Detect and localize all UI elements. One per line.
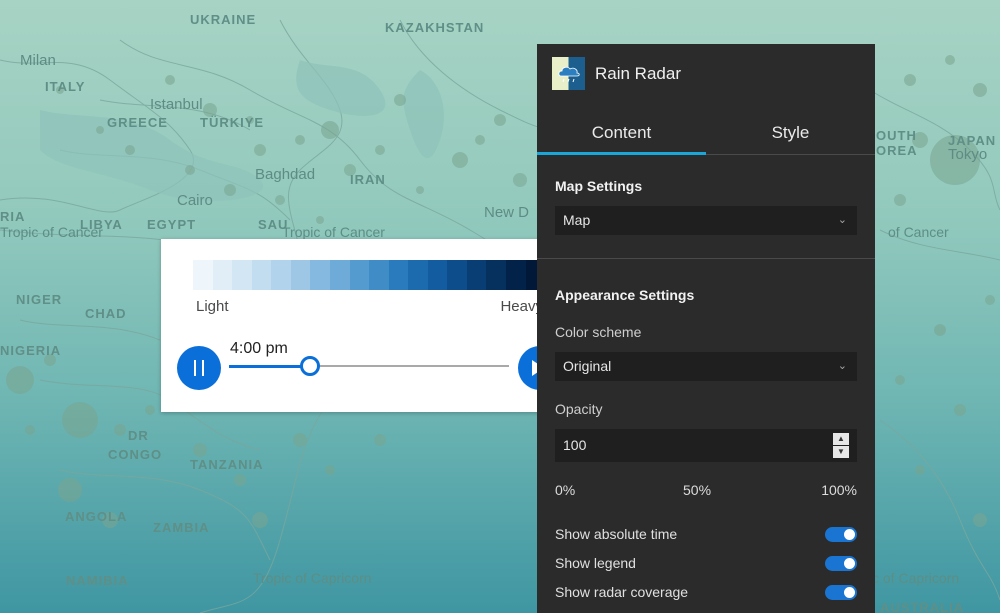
legend-label-light: Light <box>196 298 229 315</box>
map-label-south-korea-2: OREA <box>876 143 918 158</box>
ramp-swatch <box>369 260 389 290</box>
panel-tabs: Content Style <box>537 114 875 155</box>
chevron-down-icon: ⌄ <box>837 360 847 372</box>
rain-radar-app-icon <box>552 57 585 90</box>
map-label-tanzania: TANZANIA <box>190 457 264 472</box>
opacity-input[interactable]: 100 ▲ ▼ <box>555 429 857 462</box>
ramp-swatch <box>408 260 428 290</box>
map-label-greece: GREECE <box>107 115 168 130</box>
legend-toggle[interactable] <box>825 556 857 571</box>
map-select-value: Map <box>563 212 591 228</box>
absolute-time-toggle[interactable] <box>825 527 857 542</box>
map-label-namibia: NAMIBIA <box>66 573 129 588</box>
map-label-italy: ITALY <box>45 79 86 94</box>
color-scheme-label: Color scheme <box>555 324 642 340</box>
opacity-scale-max: 100% <box>821 482 857 498</box>
opacity-value: 100 <box>563 437 587 453</box>
map-label-nigeria: NIGERIA <box>0 343 62 358</box>
panel-header: Rain Radar <box>537 44 875 106</box>
radar-coverage-toggle[interactable] <box>825 585 857 600</box>
ramp-swatch <box>329 260 350 290</box>
radar-player-card: Light Heavy 4:00 pm <box>161 239 575 412</box>
toggle-row-radar-coverage: Show radar coverage <box>555 582 857 602</box>
ramp-swatch <box>388 260 409 290</box>
toggle-row-legend: Show legend <box>555 553 857 573</box>
time-slider-progress <box>229 364 311 368</box>
decrement-icon[interactable]: ▼ <box>833 446 849 458</box>
map-label-tropic-cancer-east: of Cancer <box>888 224 949 240</box>
ramp-swatch <box>290 260 311 290</box>
ramp-swatch <box>506 260 526 290</box>
color-scheme-select[interactable]: Original ⌄ <box>555 352 857 381</box>
opacity-label: Opacity <box>555 401 603 417</box>
map-label-turkiye: TÜRKIYE <box>200 115 265 130</box>
map-label-tokyo: Tokyo <box>948 146 988 163</box>
map-label-angola: ANGOLA <box>65 509 128 524</box>
map-label-tropic-capricorn-middle: Tropic of Capricorn <box>253 570 372 586</box>
time-slider-track[interactable] <box>229 364 509 368</box>
map-label-cairo: Cairo <box>177 192 213 209</box>
opacity-scale-min: 0% <box>555 482 576 498</box>
time-slider-thumb[interactable] <box>300 356 321 376</box>
map-label-tropic-cancer-west: Tropic of Cancer <box>0 224 103 240</box>
map-label-zambia: ZAMBIA <box>153 520 210 535</box>
map-label-egypt: EGYPT <box>147 217 197 232</box>
section-divider <box>537 258 875 259</box>
toggle-label-legend: Show legend <box>555 555 636 571</box>
map-label-kazakhstan: KAZAKHSTAN <box>385 20 485 35</box>
ramp-swatch <box>427 260 448 290</box>
precipitation-color-ramp <box>193 260 546 290</box>
map-label-australia: AUSTRALIA <box>880 600 965 613</box>
toggle-label-radar-coverage: Show radar coverage <box>555 584 689 600</box>
toggle-row-absolute-time: Show absolute time <box>555 524 857 544</box>
map-label-new-delhi: New D <box>484 204 530 221</box>
increment-icon[interactable]: ▲ <box>833 433 849 445</box>
toggle-label-absolute-time: Show absolute time <box>555 526 678 542</box>
ramp-swatch <box>271 260 291 290</box>
map-label-congo: CONGO <box>108 447 163 462</box>
map-label-ukraine: UKRAINE <box>190 12 257 27</box>
opacity-stepper[interactable]: ▲ ▼ <box>833 433 849 458</box>
ramp-swatch <box>349 260 370 290</box>
map-label-milan: Milan <box>20 52 56 69</box>
map-label-dr: DR <box>128 428 149 443</box>
ramp-swatch <box>310 260 330 290</box>
map-label-ria: RIA <box>0 209 26 224</box>
settings-panel: Rain Radar Content Style Map Settings Ma… <box>537 44 875 613</box>
chevron-down-icon: ⌄ <box>837 214 847 226</box>
map-label-tropic-cancer-middle: Tropic of Cancer <box>282 224 385 240</box>
appearance-settings-heading: Appearance Settings <box>555 287 695 303</box>
tab-style[interactable]: Style <box>706 114 875 155</box>
map-label-niger: NIGER <box>16 292 63 307</box>
ramp-swatch <box>193 260 213 290</box>
pause-button[interactable] <box>177 346 221 390</box>
color-scheme-value: Original <box>563 358 612 374</box>
ramp-swatch <box>447 260 467 290</box>
ramp-swatch <box>486 260 506 290</box>
pause-icon <box>194 360 204 376</box>
map-label-baghdad: Baghdad <box>255 166 316 183</box>
app-title: Rain Radar <box>595 64 681 83</box>
map-label-istanbul: Istanbul <box>150 96 203 113</box>
cloud-icon <box>558 66 580 83</box>
ramp-swatch <box>251 260 272 290</box>
ramp-swatch <box>232 260 252 290</box>
map-label-south-korea-1: OUTH <box>876 128 917 143</box>
map-label-iran: IRAN <box>350 172 386 187</box>
opacity-scale-mid: 50% <box>683 482 712 498</box>
ramp-swatch <box>466 260 487 290</box>
map-settings-heading: Map Settings <box>555 178 643 194</box>
map-label-tropic-capricorn-east: c of Capricorn <box>872 570 960 586</box>
map-label-chad: CHAD <box>85 306 127 321</box>
map-select[interactable]: Map ⌄ <box>555 206 857 235</box>
ramp-swatch <box>212 260 233 290</box>
current-time-label: 4:00 pm <box>230 340 288 357</box>
tab-content[interactable]: Content <box>537 114 706 155</box>
